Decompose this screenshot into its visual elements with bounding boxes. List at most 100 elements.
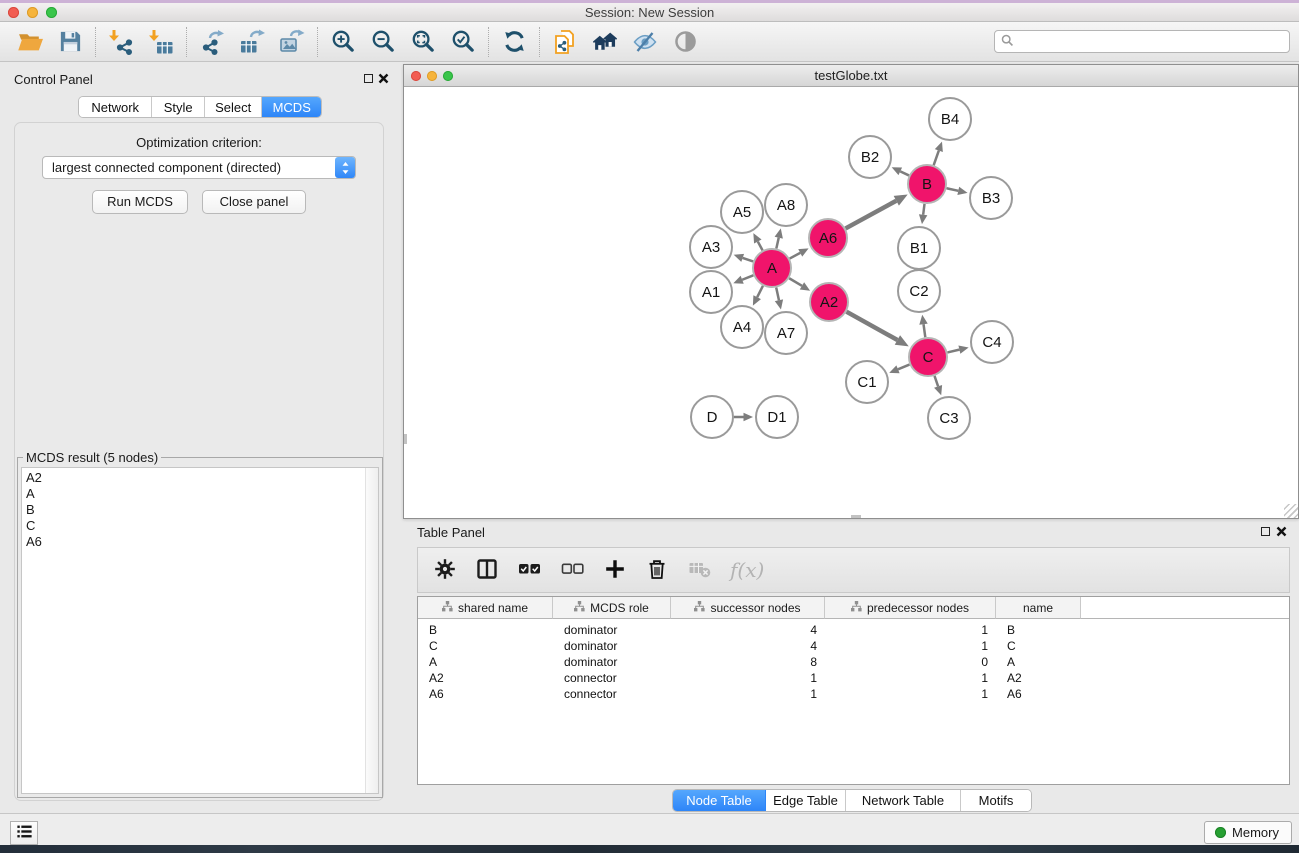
edge-A-A8[interactable] (776, 238, 778, 249)
tab-node-table[interactable]: Node Table (673, 790, 766, 811)
close-panel-icon[interactable] (378, 73, 389, 84)
tab-style[interactable]: Style (152, 97, 205, 117)
table-cell[interactable]: 0 (825, 654, 996, 670)
edge-A-A4[interactable] (757, 286, 763, 297)
edge-C-C4[interactable] (947, 350, 959, 353)
memory-button[interactable]: Memory (1204, 821, 1292, 844)
window-title-bar[interactable]: Session: New Session (0, 3, 1299, 22)
mcds-result-item[interactable]: A6 (26, 534, 378, 550)
table-cell[interactable]: dominator (553, 638, 671, 654)
column-header-MCDS-role[interactable]: MCDS role (553, 597, 671, 619)
table-cell[interactable]: 8 (671, 654, 825, 670)
toggle-panel-button[interactable] (475, 555, 499, 585)
export-network-button[interactable] (192, 25, 232, 59)
column-header-successor-nodes[interactable]: successor nodes (671, 597, 825, 619)
mcds-result-item[interactable]: B (26, 502, 378, 518)
table-cell[interactable]: A2 (418, 670, 553, 686)
column-header-predecessor-nodes[interactable]: predecessor nodes (825, 597, 996, 619)
table-cell[interactable]: C (996, 638, 1081, 654)
edge-B-B1[interactable] (923, 204, 924, 215)
table-cell[interactable]: 1 (825, 622, 996, 638)
table-row[interactable]: Bdominator41B (418, 622, 1289, 638)
node-table[interactable]: shared nameMCDS rolesuccessor nodesprede… (417, 596, 1290, 785)
criterion-select[interactable]: largest connected component (directed) (42, 156, 356, 179)
table-cell[interactable]: 4 (671, 638, 825, 654)
edge-A-A6[interactable] (790, 253, 801, 259)
table-cell[interactable]: B (996, 622, 1081, 638)
table-row[interactable]: A6connector11A6 (418, 686, 1289, 702)
mcds-result-item[interactable]: A (26, 486, 378, 502)
edge-C-C3[interactable] (935, 376, 939, 386)
table-cell[interactable]: B (418, 622, 553, 638)
edge-A-A7[interactable] (776, 288, 779, 301)
table-cell[interactable]: 1 (825, 670, 996, 686)
table-cell[interactable]: dominator (553, 654, 671, 670)
mcds-result-list[interactable]: A2ABCA6 (21, 467, 379, 794)
first-neighbors-button[interactable] (585, 25, 625, 59)
tab-edge-table[interactable]: Edge Table (766, 790, 846, 811)
edge-A-A2[interactable] (789, 278, 802, 286)
edge-B-B4[interactable] (934, 151, 939, 166)
edge-B-B3[interactable] (947, 188, 959, 191)
table-cell[interactable]: 4 (671, 622, 825, 638)
scrollbar-track[interactable] (365, 468, 378, 793)
clear-table-button[interactable] (687, 555, 712, 585)
add-column-button[interactable] (603, 555, 627, 585)
edge-A-A1[interactable] (742, 275, 753, 279)
run-mcds-button[interactable]: Run MCDS (92, 190, 188, 214)
tab-mcds[interactable]: MCDS (262, 97, 321, 117)
table-cell[interactable]: A (418, 654, 553, 670)
function-builder-button[interactable]: f(x) (730, 555, 764, 585)
tab-select[interactable]: Select (205, 97, 263, 117)
network-graph[interactable]: B4B2BB3A5A8A6A3AA1B1C2A2A4A7CC4C1C3DD1 (404, 87, 1298, 518)
table-cell[interactable]: 1 (671, 686, 825, 702)
tab-network-table[interactable]: Network Table (846, 790, 961, 811)
table-cell[interactable]: connector (553, 670, 671, 686)
resize-grip-icon[interactable] (1284, 504, 1298, 518)
search-input[interactable] (1018, 32, 1289, 51)
mcds-result-item[interactable]: C (26, 518, 378, 534)
table-cell[interactable]: A6 (418, 686, 553, 702)
table-cell[interactable]: connector (553, 686, 671, 702)
table-row[interactable]: A2connector11A2 (418, 670, 1289, 686)
edge-C-C2[interactable] (924, 324, 926, 337)
table-row[interactable]: Adominator80A (418, 654, 1289, 670)
zoom-out-button[interactable] (363, 25, 403, 59)
edge-A6-B[interactable] (846, 201, 897, 229)
table-cell[interactable]: C (418, 638, 553, 654)
float-panel-icon[interactable] (1261, 527, 1270, 536)
zoom-selected-button[interactable] (443, 25, 483, 59)
import-network-button[interactable] (101, 25, 141, 59)
table-cell[interactable]: 1 (671, 670, 825, 686)
table-cell[interactable]: dominator (553, 622, 671, 638)
delete-rows-button[interactable] (645, 555, 669, 585)
column-header-shared-name[interactable]: shared name (418, 597, 553, 619)
zoom-fit-button[interactable] (403, 25, 443, 59)
network-window-title-bar[interactable]: testGlobe.txt (404, 65, 1298, 87)
import-table-button[interactable] (141, 25, 181, 59)
clone-network-button[interactable] (545, 25, 585, 59)
search-field[interactable] (994, 30, 1290, 53)
hide-selected-button[interactable] (625, 25, 665, 59)
mcds-result-item[interactable]: A2 (26, 470, 378, 486)
tab-network[interactable]: Network (79, 97, 152, 117)
export-table-button[interactable] (232, 25, 272, 59)
edge-A-A5[interactable] (758, 242, 763, 251)
task-history-button[interactable] (10, 821, 38, 845)
table-cell[interactable]: 1 (825, 638, 996, 654)
edge-C-C1[interactable] (898, 365, 909, 370)
save-session-button[interactable] (50, 25, 90, 59)
select-all-checks-button[interactable] (517, 555, 542, 585)
zoom-in-button[interactable] (323, 25, 363, 59)
edge-A2-C[interactable] (846, 312, 897, 340)
close-panel-button[interactable]: Close panel (202, 190, 306, 214)
table-row[interactable]: Cdominator41C (418, 638, 1289, 654)
export-image-button[interactable] (272, 25, 312, 59)
network-canvas[interactable]: B4B2BB3A5A8A6A3AA1B1C2A2A4A7CC4C1C3DD1 (404, 87, 1298, 518)
close-panel-icon[interactable] (1276, 526, 1287, 537)
settings-gear-button[interactable] (433, 555, 457, 585)
table-cell[interactable]: A6 (996, 686, 1081, 702)
table-cell[interactable]: A2 (996, 670, 1081, 686)
edge-B-B2[interactable] (900, 171, 909, 175)
show-all-button[interactable] (665, 25, 705, 59)
